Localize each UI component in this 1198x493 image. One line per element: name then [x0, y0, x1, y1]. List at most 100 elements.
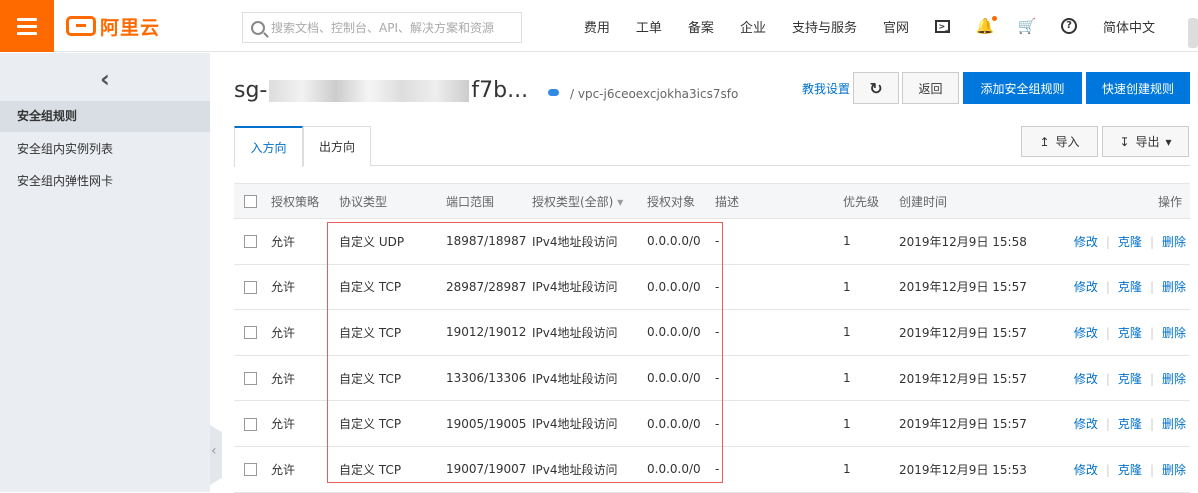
edit-link[interactable]: 修改 — [1074, 463, 1098, 477]
cell-actions: 修改 | 克隆 | 删除 — [1046, 309, 1190, 356]
table-row: 允许 自定义 TCP 19005/19005 IPv4地址段访问 0.0.0.0/0-1… — [234, 400, 1190, 447]
row-checkbox[interactable] — [244, 326, 257, 340]
cell-auth-target: 0.0.0.0/0 — [647, 264, 715, 311]
terminal-icon[interactable]: >_ — [922, 0, 964, 52]
row-checkbox[interactable] — [244, 280, 257, 294]
row-checkbox[interactable] — [244, 417, 257, 431]
help-setup-link[interactable]: 教我设置 — [802, 80, 850, 97]
cell-policy: 允许 — [271, 218, 339, 265]
cell-protocol: 自定义 UDP — [339, 218, 446, 265]
nav-tickets[interactable]: 工单 — [623, 17, 675, 36]
clone-link[interactable]: 克隆 — [1118, 372, 1142, 386]
action-separator: | — [1149, 371, 1154, 386]
delete-link[interactable]: 删除 — [1162, 372, 1186, 386]
tab-inbound[interactable]: 入方向 — [234, 126, 303, 167]
import-button[interactable]: ↥ 导入 — [1021, 126, 1098, 157]
search-box[interactable] — [242, 12, 522, 43]
delete-link[interactable]: 删除 — [1162, 463, 1186, 477]
row-select-cell[interactable] — [234, 218, 271, 265]
cell-auth-target: 0.0.0.0/0 — [647, 355, 715, 402]
sidebar-item-instances[interactable]: 安全组内实例列表 — [0, 134, 210, 165]
row-checkbox[interactable] — [244, 372, 257, 386]
back-button[interactable]: 返回 — [902, 72, 959, 104]
export-label: 导出 — [1135, 135, 1160, 149]
vpc-id[interactable]: / vpc-j6ceoexcjokha3ics7sfo — [570, 87, 738, 101]
sidebar: ‹ 安全组规则 安全组内实例列表 安全组内弹性网卡 — [0, 53, 210, 492]
row-select-cell[interactable] — [234, 446, 271, 493]
edit-link[interactable]: 修改 — [1074, 235, 1098, 249]
chevron-left-icon[interactable]: ‹ — [100, 65, 110, 93]
clone-link[interactable]: 克隆 — [1118, 417, 1142, 431]
select-all-checkbox[interactable] — [244, 195, 257, 208]
cell-created: 2019年12月9日 15:57 — [899, 355, 1046, 402]
col-description: 描述 — [715, 183, 843, 219]
action-separator: | — [1105, 462, 1110, 477]
help-icon[interactable]: ? — [1048, 0, 1090, 52]
aliyun-logo[interactable]: 阿里云 — [66, 14, 160, 39]
delete-link[interactable]: 删除 — [1162, 280, 1186, 294]
col-auth-type[interactable]: 授权类型(全部) ▾ — [532, 183, 647, 219]
select-all-cell[interactable] — [234, 183, 271, 219]
menu-button[interactable] — [0, 0, 54, 52]
row-select-cell[interactable] — [234, 400, 271, 447]
delete-link[interactable]: 删除 — [1162, 326, 1186, 340]
table-header-row: 授权策略 协议类型 端口范围 授权类型(全部) ▾ 授权对象 描述 优先级 创建… — [234, 183, 1190, 219]
delete-link[interactable]: 删除 — [1162, 417, 1186, 431]
sidebar-item-enis[interactable]: 安全组内弹性网卡 — [0, 166, 210, 197]
bell-icon[interactable]: 🔔 — [964, 0, 1006, 52]
refresh-button[interactable]: ↻ — [853, 72, 899, 104]
sidebar-item-rules[interactable]: 安全组规则 — [0, 101, 210, 132]
cell-protocol: 自定义 TCP — [339, 446, 446, 493]
cell-policy: 允许 — [271, 309, 339, 356]
cell-protocol: 自定义 TCP — [339, 355, 446, 402]
row-select-cell[interactable] — [234, 309, 271, 356]
clone-link[interactable]: 克隆 — [1118, 235, 1142, 249]
row-select-cell[interactable] — [234, 355, 271, 402]
cell-protocol: 自定义 TCP — [339, 309, 446, 356]
hamburger-line — [17, 24, 37, 28]
clone-link[interactable]: 克隆 — [1118, 280, 1142, 294]
table-row: 允许 自定义 TCP 19012/19012 IPv4地址段访问 0.0.0.0/0-1… — [234, 309, 1190, 356]
action-separator: | — [1149, 462, 1154, 477]
cell-created: 2019年12月9日 15:57 — [899, 400, 1046, 447]
hamburger-line — [17, 31, 37, 35]
nav-fees[interactable]: 费用 — [571, 17, 623, 36]
edit-link[interactable]: 修改 — [1074, 326, 1098, 340]
nav-enterprise[interactable]: 企业 — [727, 17, 779, 36]
cell-auth-target: 0.0.0.0/0 — [647, 309, 715, 356]
clone-link[interactable]: 克隆 — [1118, 463, 1142, 477]
cell-policy: 允许 — [271, 400, 339, 447]
table-body: 允许 自定义 UDP 18987/18987 IPv4地址段访问 0.0.0.0/0-1… — [234, 218, 1190, 493]
cell-port: 19005/19005 — [446, 400, 532, 447]
nav-official-site[interactable]: 官网 — [870, 17, 922, 36]
delete-link[interactable]: 删除 — [1162, 235, 1186, 249]
cell-actions: 修改 | 克隆 | 删除 — [1046, 355, 1190, 402]
row-checkbox[interactable] — [244, 463, 257, 477]
cloud-icon — [548, 89, 559, 96]
nav-icp[interactable]: 备案 — [675, 17, 727, 36]
cell-created: 2019年12月9日 15:53 — [899, 446, 1046, 493]
quick-create-button[interactable]: 快速创建规则 — [1086, 72, 1190, 104]
add-rule-button[interactable]: 添加安全组规则 — [963, 72, 1082, 104]
tab-outbound[interactable]: 出方向 — [303, 126, 371, 166]
title-suffix: f7b... — [471, 78, 529, 103]
cart-icon[interactable]: 🛒 — [1006, 0, 1048, 52]
clone-link[interactable]: 克隆 — [1118, 326, 1142, 340]
cell-port: 19012/19012 — [446, 309, 532, 356]
cell-policy: 允许 — [271, 264, 339, 311]
cell-created: 2019年12月9日 15:58 — [899, 218, 1046, 265]
action-separator: | — [1105, 371, 1110, 386]
search-input[interactable] — [271, 20, 511, 35]
cell-policy: 允许 — [271, 355, 339, 402]
edit-link[interactable]: 修改 — [1074, 372, 1098, 386]
sidebar-collapse-handle[interactable]: ‹ — [210, 425, 222, 485]
edit-link[interactable]: 修改 — [1074, 417, 1098, 431]
export-button[interactable]: ↧ 导出 ▾ — [1102, 126, 1189, 157]
action-separator: | — [1105, 417, 1110, 432]
scrollbar[interactable] — [1188, 18, 1198, 48]
nav-support[interactable]: 支持与服务 — [779, 17, 870, 36]
row-checkbox[interactable] — [244, 235, 257, 249]
language-switch[interactable]: 简体中文 — [1090, 17, 1168, 36]
row-select-cell[interactable] — [234, 264, 271, 311]
edit-link[interactable]: 修改 — [1074, 280, 1098, 294]
